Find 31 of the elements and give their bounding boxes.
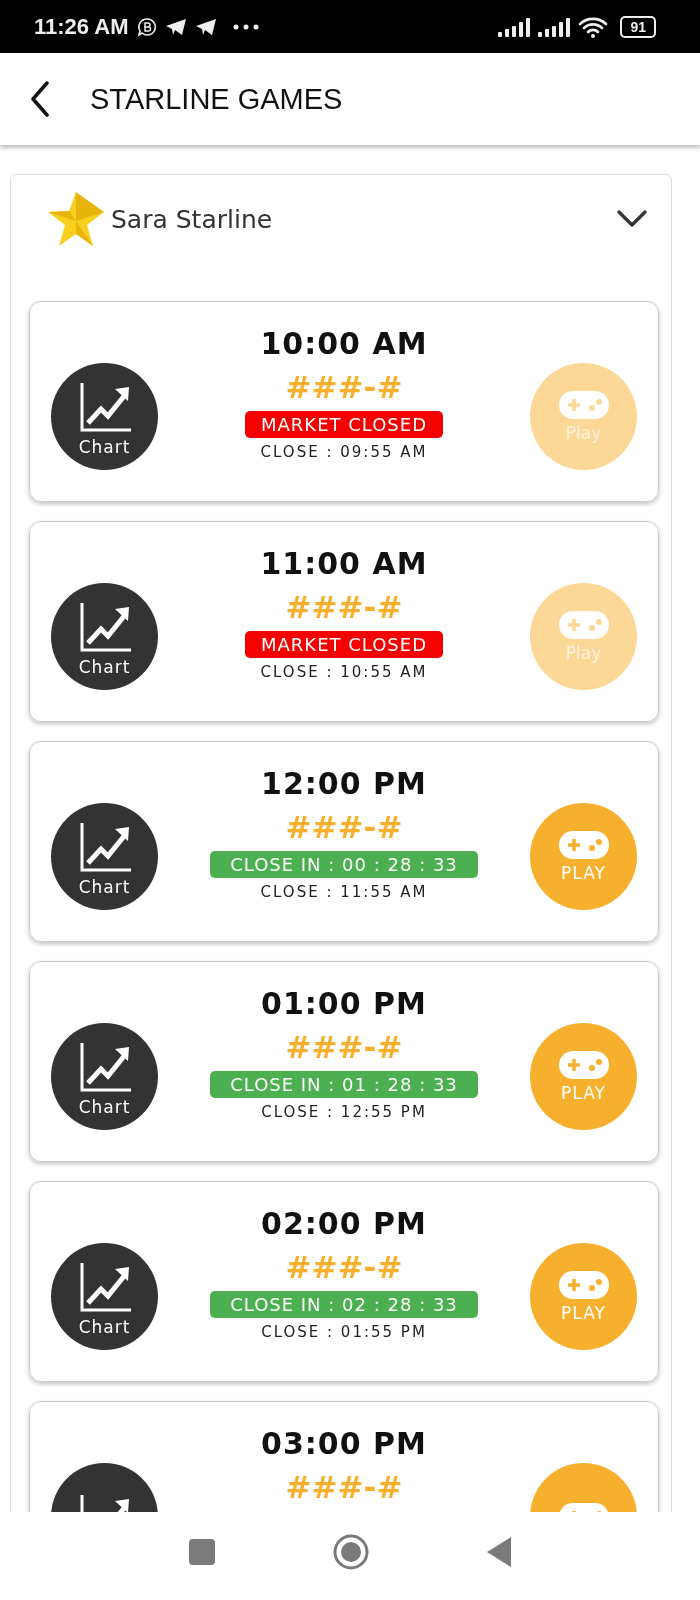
- game-result: ###-#: [285, 589, 403, 625]
- battery-indicator: 91: [620, 15, 656, 38]
- game-result: ###-#: [285, 809, 403, 845]
- close-time: CLOSE : 09:55 AM: [260, 443, 428, 461]
- game-result: ###-#: [285, 369, 403, 405]
- page-title: STARLINE GAMES: [90, 82, 343, 116]
- game-time: 10:00 AM: [260, 326, 428, 361]
- status-badge: CLOSE IN : 01 : 28 : 33: [210, 1071, 478, 1098]
- status-badge: CLOSE IN : 00 : 28 : 33: [210, 851, 478, 878]
- chart-button[interactable]: Chart: [51, 803, 158, 910]
- close-time: CLOSE : 12:55 PM: [261, 1103, 427, 1121]
- chart-button[interactable]: Chart: [51, 583, 158, 690]
- game-time: 02:00 PM: [261, 1206, 427, 1241]
- chart-button[interactable]: Chart: [51, 1023, 158, 1130]
- game-time: 12:00 PM: [261, 766, 427, 801]
- game-time: 03:00 PM: [261, 1426, 427, 1461]
- status-badge: MARKET CLOSED: [245, 411, 443, 438]
- status-badge: CLOSE IN : 02 : 28 : 33: [210, 1291, 478, 1318]
- close-time: CLOSE : 10:55 AM: [260, 663, 428, 681]
- chart-button[interactable]: Chart: [51, 1243, 158, 1350]
- game-result: ###-#: [285, 1029, 403, 1065]
- status-badge: MARKET CLOSED: [245, 631, 443, 658]
- game-time: 11:00 AM: [260, 546, 428, 581]
- game-result: ###-#: [285, 1249, 403, 1285]
- clock-time: 11:26 AM: [34, 13, 129, 40]
- chart-button[interactable]: Chart: [51, 363, 158, 470]
- close-time: CLOSE : 11:55 AM: [260, 883, 428, 901]
- panel-header[interactable]: Sara Starline: [29, 189, 659, 249]
- game-result: ###-#: [285, 1469, 403, 1505]
- game-time: 01:00 PM: [261, 986, 427, 1021]
- close-time: CLOSE : 01:55 PM: [261, 1323, 427, 1341]
